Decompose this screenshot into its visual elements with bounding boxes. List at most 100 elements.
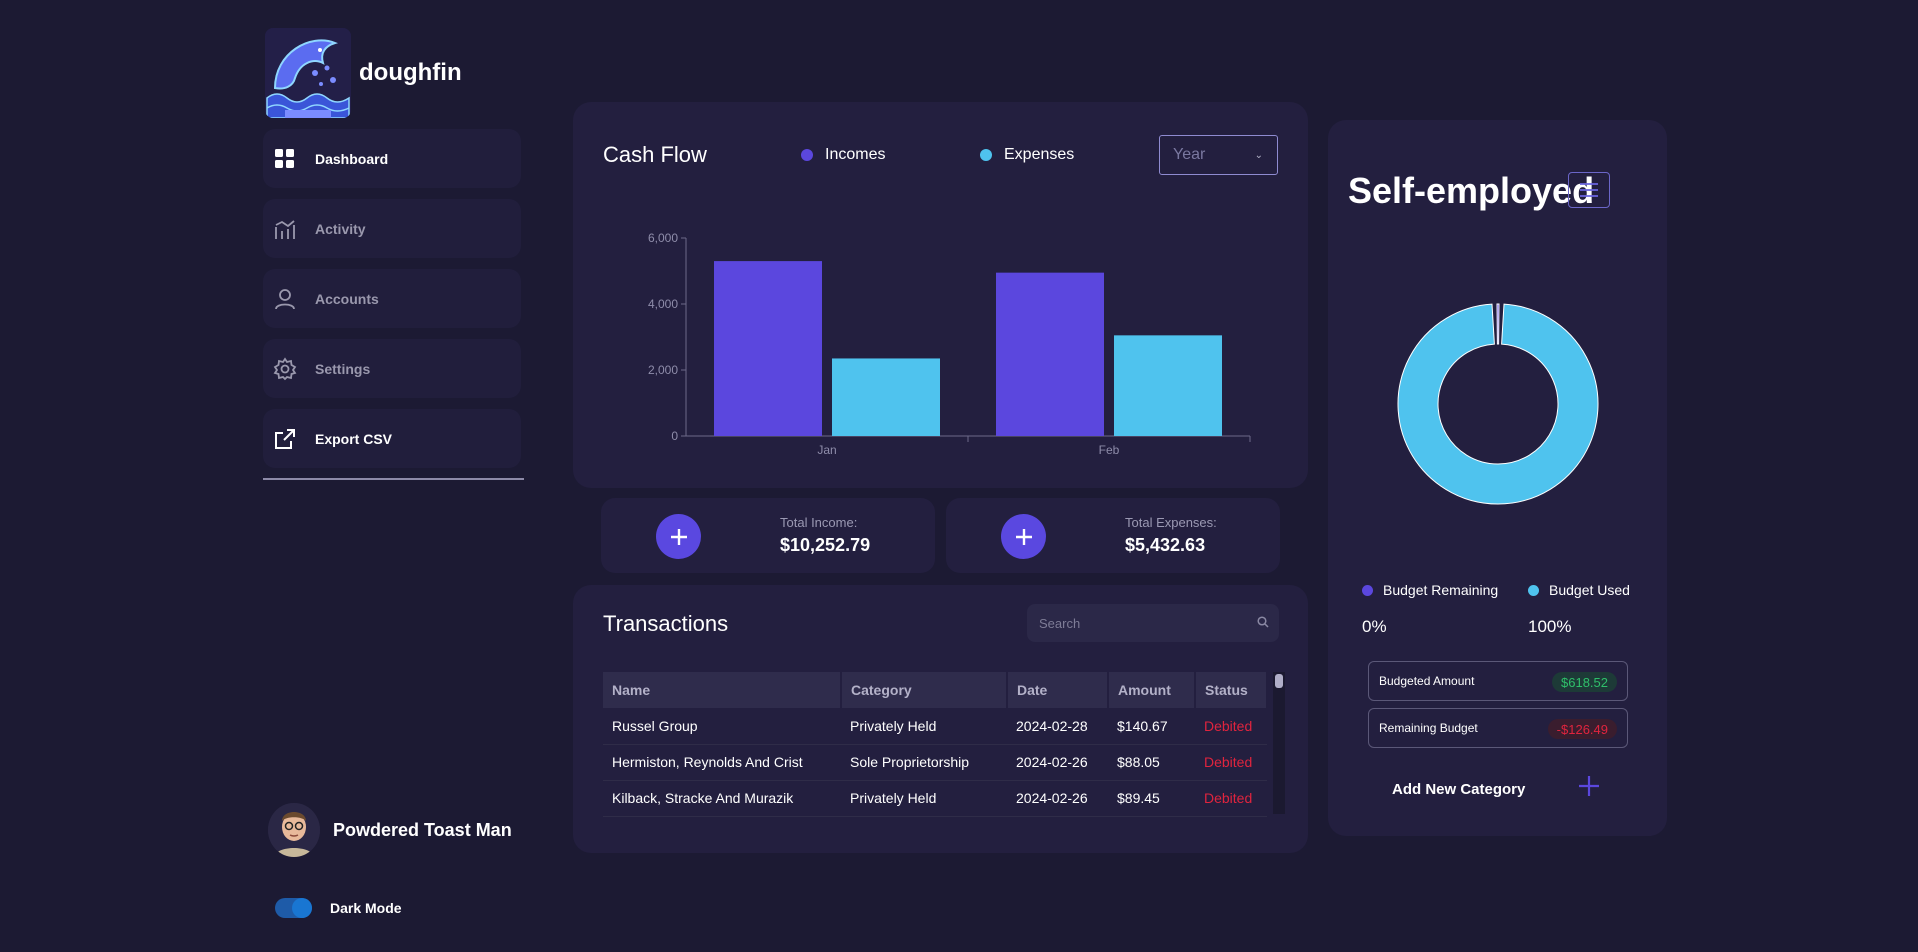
- sidebar-item-label: Accounts: [315, 290, 379, 307]
- cell-status: Debited: [1195, 780, 1267, 817]
- sidebar-item-label: Dashboard: [315, 150, 389, 167]
- column-header-amount[interactable]: Amount: [1108, 672, 1196, 708]
- add-category-plus-icon[interactable]: [1577, 774, 1601, 803]
- cell-date: 2024-02-26: [1007, 780, 1108, 817]
- user-icon: [273, 287, 297, 311]
- sidebar-nav: Dashboard Activity Accounts Settings Exp…: [263, 129, 524, 480]
- brand-name: doughfin: [359, 59, 462, 86]
- user-profile[interactable]: Powdered Toast Man: [268, 803, 512, 857]
- x-tick-label: Feb: [1099, 443, 1120, 457]
- export-icon: [273, 427, 297, 451]
- bar-expenses-jan: [832, 358, 940, 436]
- legend-budget-used: Budget Used: [1528, 582, 1630, 598]
- cell-name: Hermiston, Reynolds And Crist: [603, 744, 841, 781]
- bar-incomes-feb: [996, 272, 1104, 436]
- cell-amount: $140.67: [1108, 708, 1195, 745]
- budget-remaining-percent: 0%: [1362, 617, 1387, 636]
- cell-name: Russel Group: [603, 708, 841, 745]
- sidebar-item-label: Settings: [315, 360, 371, 377]
- total-expenses-label: Total Expenses:: [1125, 515, 1217, 530]
- dolphin-logo: [265, 28, 351, 118]
- y-tick-label: 0: [671, 429, 678, 443]
- cell-date: 2024-02-28: [1007, 708, 1108, 745]
- budgeted-amount-badge: $618.52: [1552, 672, 1617, 692]
- total-expenses-value: $5,432.63: [1125, 535, 1206, 555]
- donut-slice-remaining: [1496, 303, 1500, 345]
- table-header-row: Name Category Date Amount Status: [603, 672, 1268, 708]
- budget-used-percent: 100%: [1528, 617, 1572, 636]
- table-row[interactable]: Hermiston, Reynolds And Crist Sole Propr…: [603, 744, 1267, 781]
- legend-label: Budget Used: [1549, 582, 1630, 598]
- sidebar-item-settings[interactable]: Settings: [263, 339, 521, 398]
- y-tick-label: 2,000: [648, 363, 678, 377]
- search-input[interactable]: Search: [1027, 604, 1279, 642]
- cell-date: 2024-02-26: [1007, 744, 1108, 781]
- remaining-budget-label: Remaining Budget: [1379, 721, 1478, 735]
- transactions-table: Name Category Date Amount Status Russel …: [603, 672, 1268, 817]
- column-header-name[interactable]: Name: [603, 672, 842, 708]
- transactions-card: Transactions Search Name Category Date A…: [573, 585, 1308, 853]
- sidebar-item-label: Activity: [315, 220, 366, 237]
- dark-mode-label: Dark Mode: [330, 900, 402, 916]
- legend-label: Budget Remaining: [1383, 582, 1499, 598]
- nav-divider: [263, 478, 524, 480]
- column-header-status[interactable]: Status: [1195, 672, 1268, 708]
- dashboard-icon: [273, 147, 297, 171]
- cell-amount: $88.05: [1108, 744, 1195, 781]
- search-placeholder: Search: [1039, 615, 1081, 631]
- category-menu-button[interactable]: [1568, 172, 1610, 208]
- hamburger-icon: [1580, 183, 1598, 197]
- cell-category: Privately Held: [841, 708, 1007, 745]
- bar-expenses-feb: [1114, 335, 1222, 436]
- export-csv-button[interactable]: Export CSV: [263, 409, 521, 468]
- add-expense-button[interactable]: [1001, 514, 1046, 559]
- plus-icon: [1015, 528, 1032, 545]
- cell-status: Debited: [1195, 744, 1267, 781]
- legend-budget-remaining: Budget Remaining: [1362, 582, 1498, 598]
- sidebar-item-label: Export CSV: [315, 430, 393, 447]
- used-dot: [1528, 584, 1539, 596]
- x-tick-label: Jan: [817, 443, 836, 457]
- budget-card: Self-employed Budget Remaining Budget Us…: [1328, 120, 1667, 836]
- table-row[interactable]: Kilback, Stracke And Murazik Privately H…: [603, 780, 1267, 817]
- remaining-budget-badge: -$126.49: [1547, 719, 1617, 739]
- add-income-button[interactable]: [656, 514, 701, 559]
- total-income-value: $10,252.79: [780, 535, 871, 555]
- column-header-category[interactable]: Category: [841, 672, 1008, 708]
- total-income-card: Total Income: $10,252.79: [601, 498, 935, 573]
- transactions-title: Transactions: [603, 611, 729, 636]
- table-scrollbar[interactable]: [1273, 672, 1285, 814]
- sidebar-item-dashboard[interactable]: Dashboard: [263, 129, 521, 188]
- total-expenses-card: Total Expenses: $5,432.63: [946, 498, 1280, 573]
- budgeted-amount-label: Budgeted Amount: [1379, 674, 1475, 688]
- sidebar-item-activity[interactable]: Activity: [263, 199, 521, 258]
- budgeted-amount-row: Budgeted Amount $618.52: [1368, 661, 1628, 701]
- dark-mode-toggle[interactable]: [275, 898, 312, 918]
- table-row[interactable]: Russel Group Privately Held 2024-02-28 $…: [603, 708, 1267, 745]
- add-new-category-button[interactable]: Add New Category: [1392, 781, 1525, 798]
- cell-category: Sole Proprietorship: [841, 744, 1007, 781]
- y-tick-label: 4,000: [648, 297, 678, 311]
- bar-incomes-jan: [714, 261, 822, 436]
- activity-icon: [273, 217, 297, 241]
- y-tick-label: 6,000: [648, 231, 678, 245]
- remaining-budget-row: Remaining Budget -$126.49: [1368, 708, 1628, 748]
- budget-donut-chart: [1397, 303, 1599, 505]
- column-header-date[interactable]: Date: [1007, 672, 1109, 708]
- total-income-label: Total Income:: [780, 515, 858, 530]
- cash-flow-card: Cash Flow Incomes Expenses Year ⌄ 0 2,000…: [573, 102, 1308, 488]
- search-icon: [1257, 616, 1269, 631]
- remaining-dot: [1362, 584, 1373, 596]
- profile-name: Powdered Toast Man: [333, 819, 512, 840]
- cash-flow-chart: 0 2,000 4,000 6,000 Jan Feb: [648, 231, 1251, 457]
- sidebar-item-accounts[interactable]: Accounts: [263, 269, 521, 328]
- brand: doughfin: [265, 28, 462, 118]
- cell-name: Kilback, Stracke And Murazik: [603, 780, 841, 817]
- plus-icon: [670, 528, 687, 545]
- budget-category-title: Self-employed: [1348, 170, 1595, 211]
- dark-mode-setting: Dark Mode: [275, 898, 402, 918]
- cell-category: Privately Held: [841, 780, 1007, 817]
- gear-icon: [273, 356, 297, 381]
- avatar: [268, 803, 320, 857]
- cell-amount: $89.45: [1108, 780, 1195, 817]
